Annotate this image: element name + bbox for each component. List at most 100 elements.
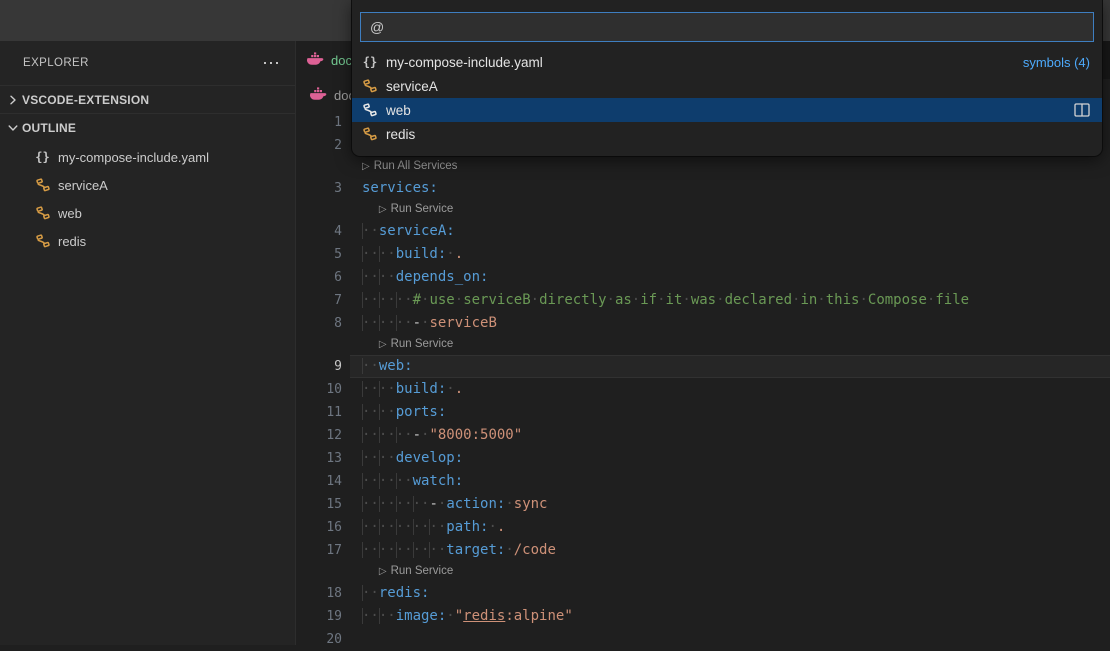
compose-service-icon [35, 177, 51, 193]
outline-item-my-compose-include-yaml[interactable]: {} my-compose-include.yaml [0, 143, 295, 171]
result-label: serviceA [386, 79, 438, 94]
line-number [297, 335, 342, 355]
outline-item-label: serviceA [58, 178, 108, 193]
quick-open-results: {}my-compose-include.yamlsymbols (4) serv… [352, 50, 1102, 146]
json-braces-icon: {} [361, 54, 379, 70]
run-triangle-icon: ▷ [362, 161, 370, 172]
outline-item-label: redis [58, 234, 86, 249]
code-line-19[interactable]: 19····image:·"redis:alpine" [297, 605, 1110, 628]
codelens-label: Run All Services [374, 160, 458, 172]
codelens-run-service[interactable]: ▷ Run Service [297, 335, 1110, 355]
run-triangle-icon: ▷ [379, 566, 387, 577]
line-number [297, 157, 342, 177]
code-line-17[interactable]: 17··········target:·/code [297, 539, 1110, 562]
chevron-right-icon [4, 92, 22, 108]
code-line-7[interactable]: 7······#·use·serviceB·directly·as·if·it·… [297, 289, 1110, 312]
code-line-14[interactable]: 14······watch: [297, 470, 1110, 493]
codelens-label: Run Service [391, 338, 454, 350]
code-line-9[interactable]: 9··web: [297, 355, 1110, 378]
line-number: 1 [297, 111, 342, 134]
line-number: 10 [297, 378, 342, 401]
line-number: 2 [297, 134, 342, 157]
chevron-down-icon [4, 120, 22, 136]
code-line-12[interactable]: 12······-·"8000:5000" [297, 424, 1110, 447]
codelens-label: Run Service [391, 203, 454, 215]
outline-item-label: my-compose-include.yaml [58, 150, 209, 165]
compose-service-icon [34, 205, 51, 221]
code-line-6[interactable]: 6····depends_on: [297, 266, 1110, 289]
compose-service-icon [34, 177, 51, 193]
line-number: 20 [297, 628, 342, 651]
code-line-20[interactable]: 20 [297, 628, 1110, 651]
code-line-18[interactable]: 18··redis: [297, 582, 1110, 605]
codelens-label: Run Service [391, 565, 454, 577]
line-number: 16 [297, 516, 342, 539]
code-line-15[interactable]: 15········-·action:·sync [297, 493, 1110, 516]
line-number: 7 [297, 289, 342, 312]
docker-whale-icon [310, 87, 327, 100]
quick-open-query: @ [370, 19, 384, 35]
codelens-run-service[interactable]: ▷ Run Service [297, 562, 1110, 582]
line-number: 8 [297, 312, 342, 335]
outline-item-label: web [58, 206, 82, 221]
quick-open-input-wrap: @ [352, 0, 1102, 50]
line-number: 4 [297, 220, 342, 243]
current-line-highlight [350, 355, 1110, 378]
compose-service-icon [362, 78, 378, 94]
json-braces-icon: {} [34, 149, 51, 165]
section-label: OUTLINE [22, 121, 76, 135]
sidebar-section-outline[interactable]: OUTLINE [0, 113, 295, 141]
quick-open-result-web[interactable]: web [352, 98, 1102, 122]
outline-item-servicea[interactable]: serviceA [0, 171, 295, 199]
docker-whale-icon [307, 52, 324, 68]
compose-service-icon [361, 102, 379, 118]
quick-open-result-redis[interactable]: redis [352, 122, 1102, 146]
codelens-run-service[interactable]: ▷Run Service [297, 200, 1110, 220]
code-line-4[interactable]: 4··serviceA: [297, 220, 1110, 243]
docker-whale-icon [310, 87, 327, 103]
json-braces-icon: {} [363, 55, 377, 69]
docker-whale-icon [307, 52, 324, 65]
line-number: 11 [297, 401, 342, 424]
code-line-5[interactable]: 5····build:·. [297, 243, 1110, 266]
line-number: 18 [297, 582, 342, 605]
line-number: 3 [297, 177, 342, 200]
more-actions-icon[interactable]: ⋯ [262, 58, 281, 68]
quick-open-widget: @ {}my-compose-include.yamlsymbols (4) se… [352, 0, 1102, 156]
compose-service-icon [362, 102, 378, 118]
outline-item-web[interactable]: web [0, 199, 295, 227]
line-number: 15 [297, 493, 342, 516]
split-editor-button[interactable] [1074, 103, 1090, 117]
line-number [297, 200, 342, 220]
quick-open-input[interactable]: @ [360, 12, 1094, 42]
code-line-13[interactable]: 13····develop: [297, 447, 1110, 470]
line-number: 14 [297, 470, 342, 493]
json-braces-icon: {} [35, 150, 49, 164]
explorer-header: EXPLORER ⋯ [0, 41, 295, 85]
code-line-8[interactable]: 8······-·serviceB [297, 312, 1110, 335]
code-editor[interactable]: 12▷Run All Services3services:▷Run Servic… [297, 111, 1110, 651]
code-line-10[interactable]: 10····build:·. [297, 378, 1110, 401]
section-label: VSCODE-EXTENSION [22, 93, 149, 107]
code-line-16[interactable]: 16··········path:·. [297, 516, 1110, 539]
run-triangle-icon: ▷ [379, 339, 387, 350]
compose-service-icon [34, 233, 51, 249]
codelens-run-service[interactable]: ▷ Run All Services [297, 157, 1110, 177]
line-number: 17 [297, 539, 342, 562]
quick-open-result-my-compose-include-yaml[interactable]: {}my-compose-include.yamlsymbols (4) [352, 50, 1102, 74]
explorer-sidebar: EXPLORER ⋯ VSCODE-EXTENSION OUTLINE {} my… [0, 41, 296, 645]
line-number: 5 [297, 243, 342, 266]
result-label: redis [386, 127, 415, 142]
line-number [297, 562, 342, 582]
compose-service-icon [361, 78, 379, 94]
line-number: 19 [297, 605, 342, 628]
code-line-3[interactable]: 3services: [297, 177, 1110, 200]
result-label: web [386, 103, 411, 118]
quick-open-result-servicea[interactable]: serviceA [352, 74, 1102, 98]
outline-item-redis[interactable]: redis [0, 227, 295, 255]
explorer-title: EXPLORER [23, 57, 89, 69]
split-editor-icon [1074, 103, 1090, 117]
sidebar-section-vscode-extension[interactable]: VSCODE-EXTENSION [0, 85, 295, 113]
code-line-11[interactable]: 11····ports: [297, 401, 1110, 424]
compose-service-icon [35, 205, 51, 221]
